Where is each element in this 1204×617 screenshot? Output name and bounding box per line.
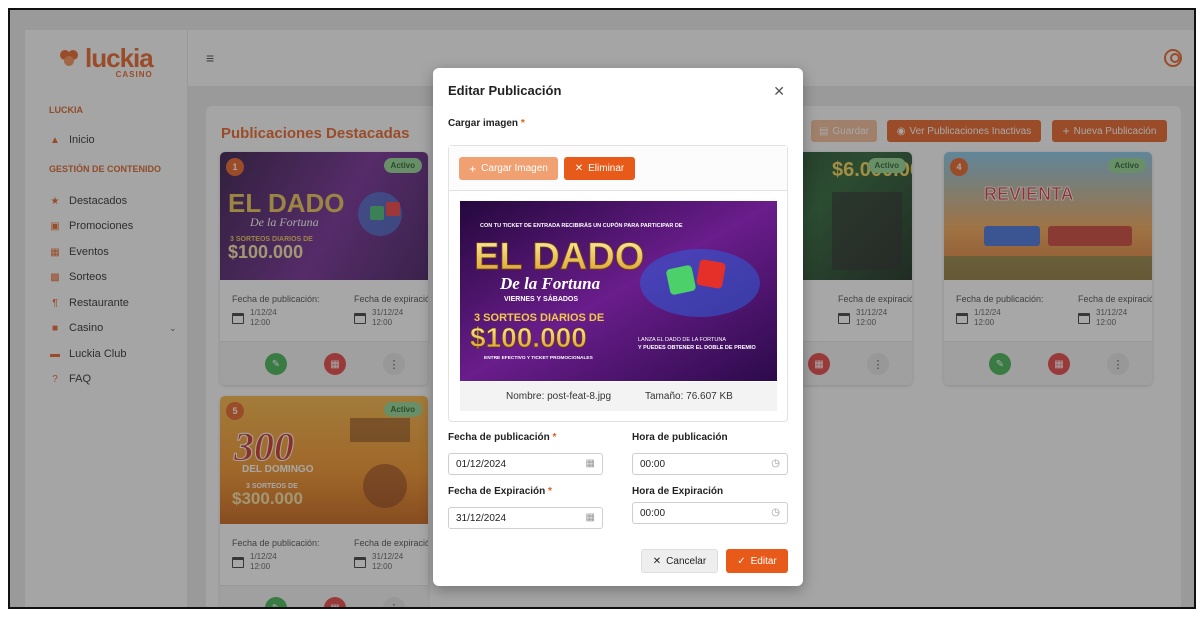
upload-toolbar: + Cargar Imagen ✕ Eliminar bbox=[449, 146, 787, 191]
pub-time-input[interactable]: 00:00 ◷ bbox=[632, 453, 788, 475]
pub-date-field-label: Fecha de publicación * bbox=[448, 432, 557, 443]
exp-time-input[interactable]: 00:00 ◷ bbox=[632, 502, 788, 524]
exp-time-field-label: Hora de Expiración bbox=[632, 486, 724, 497]
dialog-title: Editar Publicación bbox=[448, 83, 562, 98]
close-icon[interactable]: ✕ bbox=[773, 83, 785, 100]
edit-submit-button[interactable]: ✓ Editar bbox=[726, 549, 788, 573]
image-preview: CON TU TICKET DE ENTRADA RECIBIRÁS UN CU… bbox=[460, 201, 777, 381]
plus-icon: + bbox=[469, 161, 477, 176]
banner-line2: De la Fortuna bbox=[499, 274, 601, 293]
clock-icon[interactable]: ◷ bbox=[771, 507, 780, 518]
exp-date-input[interactable]: 31/12/2024 ▦ bbox=[448, 507, 603, 529]
file-info: Nombre: post-feat-8.jpg Tamaño: 76.607 K… bbox=[460, 382, 777, 411]
calendar-icon[interactable]: ▦ bbox=[586, 458, 595, 469]
app-window: luckia CASINO LUCKIA ▲ Inicio GESTIÓN DE… bbox=[8, 8, 1196, 609]
pub-time-field-label: Hora de publicación bbox=[632, 432, 728, 443]
file-size: Tamaño: 76.607 KB bbox=[645, 391, 733, 402]
close-icon: ✕ bbox=[574, 163, 584, 174]
banner-amount: $100.000 bbox=[470, 322, 587, 353]
banner-right2: Y PUEDES OBTENER EL DOBLE DE PREMIO bbox=[638, 345, 756, 351]
banner-top-text: CON TU TICKET DE ENTRADA RECIBIRÁS UN CU… bbox=[480, 221, 683, 229]
banner-foot: ENTRE EFECTIVO Y TICKET PROMOCIONALES bbox=[484, 355, 594, 361]
delete-image-label: Eliminar bbox=[588, 163, 625, 174]
close-icon: ✕ bbox=[652, 555, 662, 567]
file-name: Nombre: post-feat-8.jpg bbox=[506, 391, 612, 402]
cancel-button[interactable]: ✕ Cancelar bbox=[641, 549, 718, 573]
clock-icon[interactable]: ◷ bbox=[771, 458, 780, 469]
delete-image-button[interactable]: ✕ Eliminar bbox=[564, 157, 635, 180]
cancel-label: Cancelar bbox=[666, 555, 707, 567]
banner-right1: LANZA EL DADO DE LA FORTUNA bbox=[638, 337, 726, 343]
check-icon: ✓ bbox=[737, 555, 746, 567]
load-image-label: Cargar Imagen bbox=[481, 163, 548, 174]
edit-publication-dialog: Editar Publicación ✕ Cargar imagen * + C… bbox=[433, 68, 803, 586]
upload-image-label: Cargar imagen * bbox=[448, 118, 525, 129]
pub-date-input[interactable]: 01/12/2024 ▦ bbox=[448, 453, 603, 475]
pub-time-value: 00:00 bbox=[640, 458, 666, 470]
exp-date-value: 31/12/2024 bbox=[456, 512, 507, 524]
exp-time-value: 00:00 bbox=[640, 507, 666, 519]
load-image-button[interactable]: + Cargar Imagen bbox=[459, 157, 558, 180]
exp-date-field-label: Fecha de Expiración * bbox=[448, 486, 552, 497]
banner-line1: EL DADO bbox=[474, 236, 644, 278]
calendar-icon[interactable]: ▦ bbox=[586, 512, 595, 523]
banner-days: VIERNES Y SÁBADOS bbox=[504, 294, 578, 303]
pub-date-value: 01/12/2024 bbox=[456, 458, 507, 470]
image-upload-box: + Cargar Imagen ✕ Eliminar CON TU TICKET… bbox=[448, 145, 788, 422]
edit-label: Editar bbox=[750, 555, 777, 567]
